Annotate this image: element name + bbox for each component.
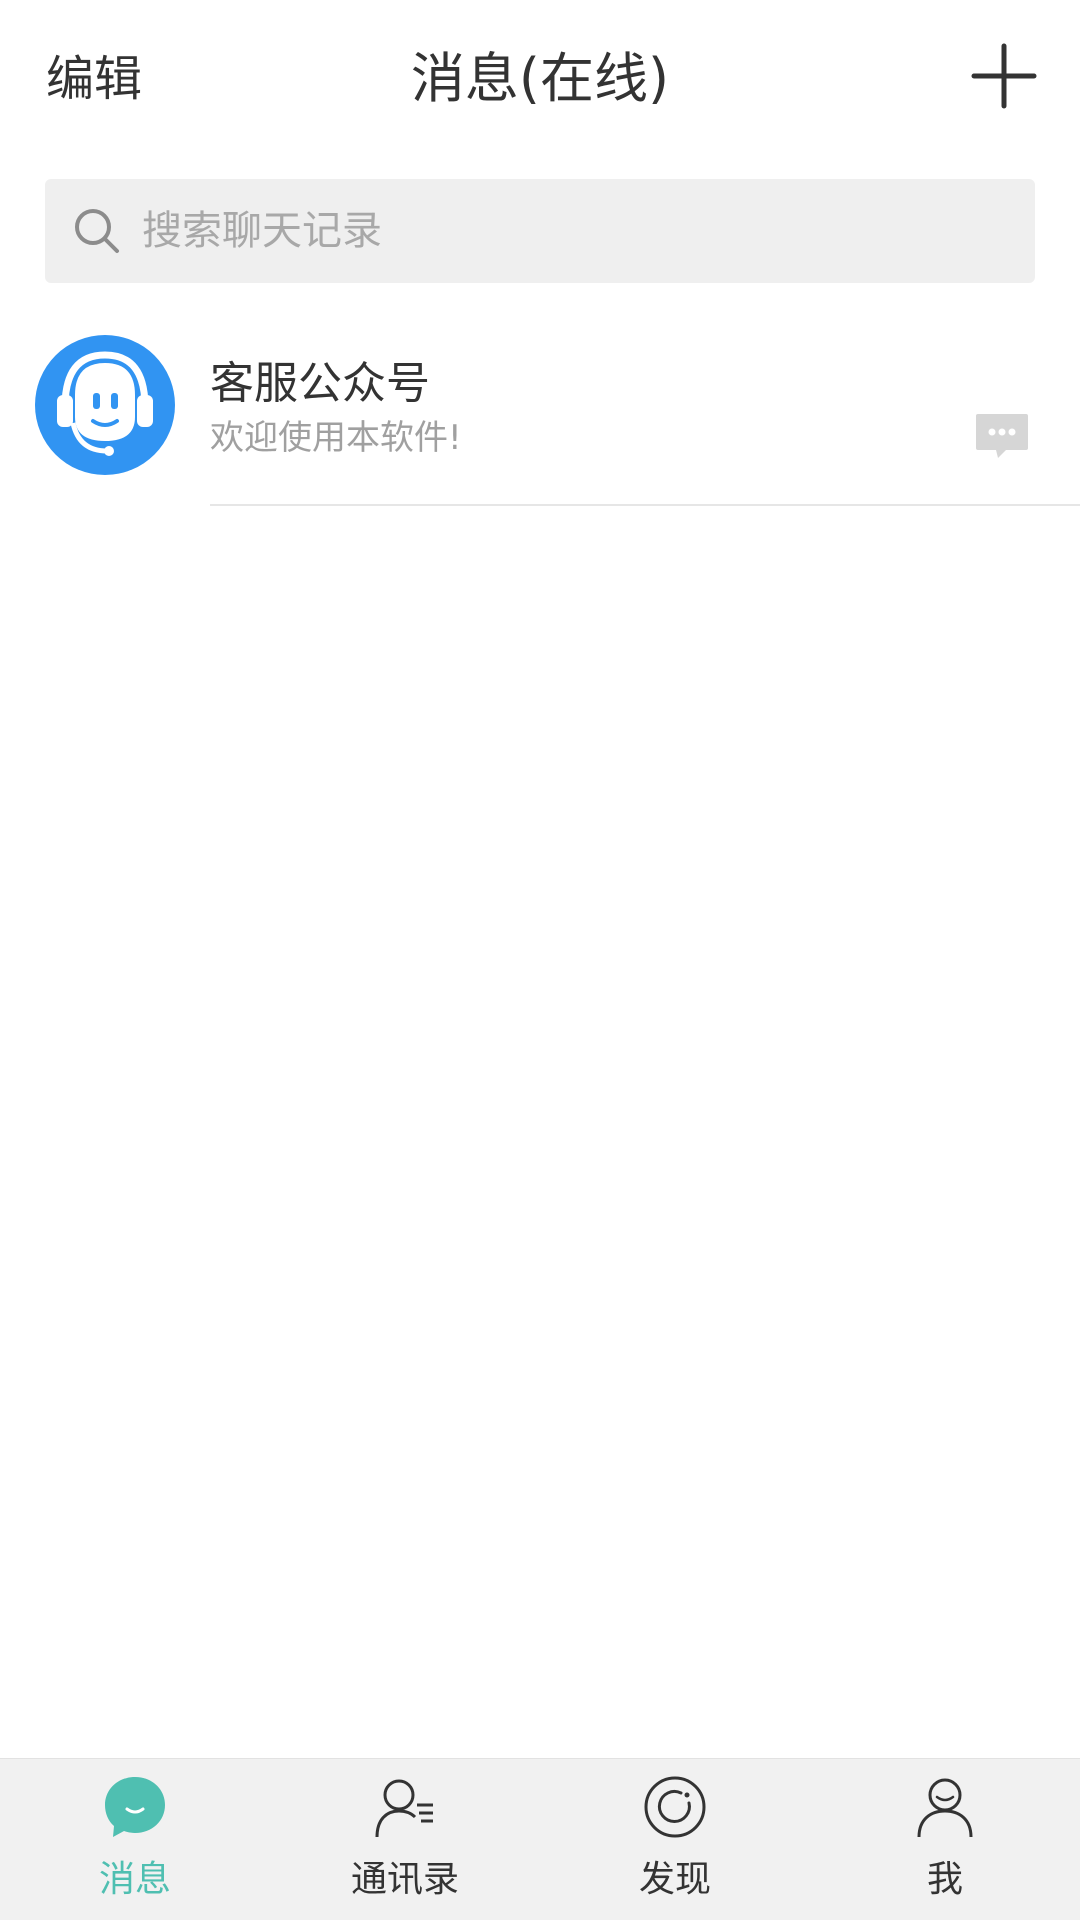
- tab-me[interactable]: 我: [810, 1759, 1080, 1920]
- top-bar: 编辑 消息(在线): [0, 0, 1080, 160]
- avatar: [35, 335, 175, 475]
- tab-discover[interactable]: 发现: [540, 1759, 810, 1920]
- chat-bubble-ellipsis-icon: [974, 412, 1030, 462]
- page-title: 消息(在线): [410, 47, 670, 110]
- conversation-name: 客服公众号: [210, 358, 430, 409]
- search-icon: [75, 209, 119, 253]
- discover-icon: [644, 1776, 706, 1838]
- contacts-icon: [375, 1779, 433, 1838]
- list-divider: [210, 504, 1080, 506]
- tab-label: 发现: [638, 1859, 711, 1900]
- tab-contacts[interactable]: 通讯录: [270, 1759, 540, 1920]
- customer-service-headset-icon: [57, 351, 153, 456]
- tab-label: 通讯录: [350, 1859, 459, 1900]
- search-placeholder: 搜索聊天记录: [142, 208, 382, 254]
- app-screen: 编辑 消息(在线) 搜索聊天记录 客服公众号 欢迎使用本软件! 消息 通讯录 发…: [0, 0, 1080, 1920]
- conversation-preview: 欢迎使用本软件!: [210, 418, 462, 458]
- search-input[interactable]: 搜索聊天记录: [45, 179, 1035, 283]
- tab-label: 我: [926, 1859, 963, 1900]
- add-button[interactable]: [968, 40, 1040, 112]
- plus-icon: [971, 43, 1037, 109]
- profile-icon: [917, 1778, 973, 1838]
- bottom-tab-bar: 消息 通讯录 发现 我: [0, 1758, 1080, 1920]
- tab-label: 消息: [98, 1859, 171, 1900]
- message-bubble-icon: [105, 1777, 165, 1837]
- tab-messages[interactable]: 消息: [0, 1759, 270, 1920]
- conversation-item[interactable]: 客服公众号 欢迎使用本软件!: [0, 318, 1080, 504]
